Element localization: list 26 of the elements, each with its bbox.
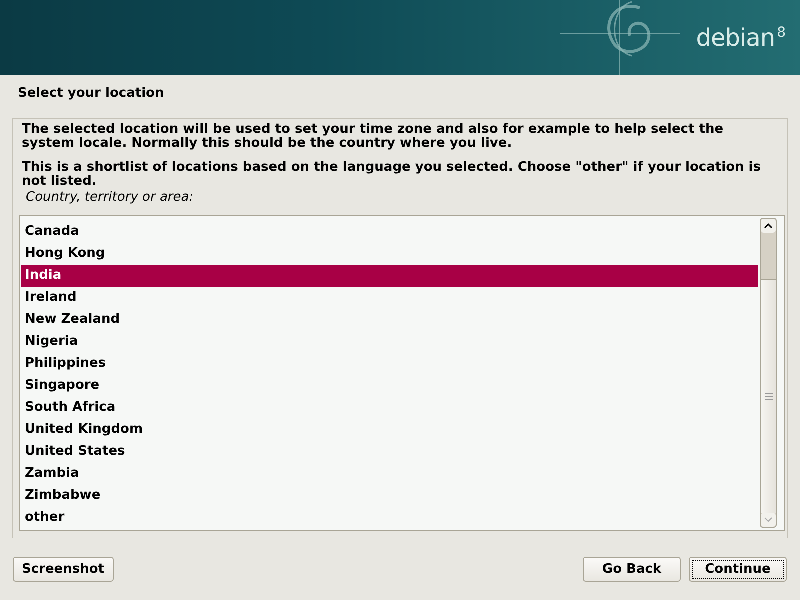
button[interactable]: Go Back — [583, 556, 681, 582]
list-item[interactable]: Zambia — [21, 463, 758, 485]
list-item[interactable]: Nigeria — [21, 331, 758, 353]
list-label: Country, territory or area: — [26, 191, 195, 205]
logo-text: debian — [696, 24, 776, 52]
grip-icon — [764, 393, 772, 400]
list-item[interactable]: United Kingdom — [21, 419, 758, 441]
list-item[interactable]: Ireland — [21, 287, 758, 309]
scrollbar[interactable] — [760, 218, 777, 528]
list-item[interactable]: Zimbabwe — [21, 485, 758, 507]
list-item[interactable]: Hong Kong — [21, 243, 758, 265]
list-item[interactable]: other — [21, 507, 758, 529]
list-item[interactable]: New Zealand — [21, 309, 758, 331]
list-item[interactable]: Philippines — [21, 353, 758, 375]
logo-version: 8 — [777, 24, 786, 40]
list-item[interactable]: South Africa — [21, 397, 758, 419]
list-item[interactable]: Singapore — [21, 375, 758, 397]
description-text: This is a shortlist of locations based on the language you selected. Choose "other" if your location is not listed. — [22, 161, 762, 189]
page-title: Select your location — [17, 85, 166, 103]
list-item[interactable]: Canada — [21, 221, 758, 243]
list-item[interactable]: United States — [21, 441, 758, 463]
button[interactable]: Continue — [689, 556, 787, 582]
swirl-icon — [560, 0, 680, 75]
list-item[interactable]: India — [21, 265, 758, 287]
description-text: The selected location will be used to set your time zone and also for example to help select the system locale. Normally this should be the country where you live. — [22, 123, 725, 151]
button[interactable]: Screenshot — [13, 556, 114, 582]
